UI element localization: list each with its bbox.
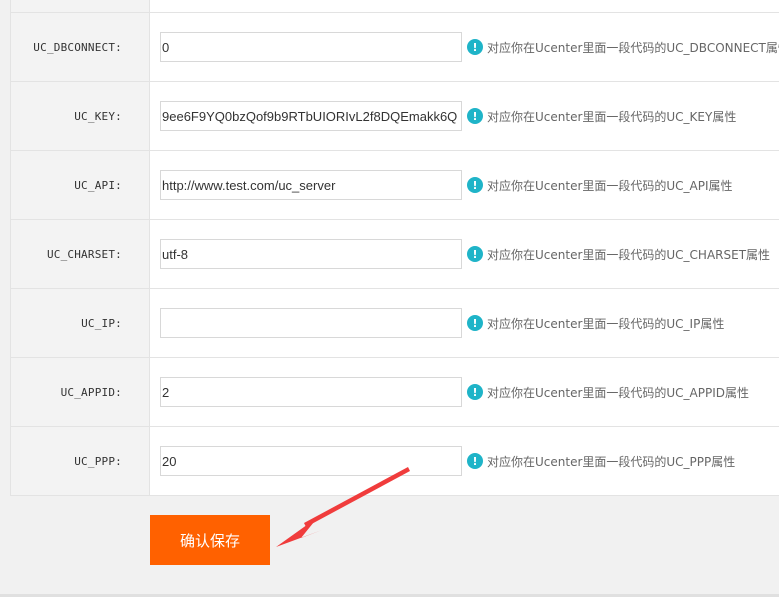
- arrow-head: [276, 517, 322, 547]
- uc-ip-input[interactable]: [160, 308, 462, 338]
- ucenter-settings-form: UC_DBCONNECT: ! 对应你在Ucenter里面一段代码的UC_DBC…: [10, 0, 779, 496]
- uc-ppp-label: UC_PPP:: [11, 427, 150, 495]
- form-row-uc-charset: UC_CHARSET: ! 对应你在Ucenter里面一段代码的UC_CHARS…: [11, 220, 779, 289]
- info-circle-icon: !: [467, 315, 483, 331]
- form-value-cell: [150, 0, 779, 12]
- uc-ppp-hint: ! 对应你在Ucenter里面一段代码的UC_PPP属性: [467, 453, 735, 470]
- form-value-cell: ! 对应你在Ucenter里面一段代码的UC_CHARSET属性: [150, 220, 779, 288]
- form-row-uc-ppp: UC_PPP: ! 对应你在Ucenter里面一段代码的UC_PPP属性: [11, 427, 779, 496]
- hint-text: 对应你在Ucenter里面一段代码的UC_KEY属性: [487, 109, 737, 124]
- hint-text: 对应你在Ucenter里面一段代码的UC_DBCONNECT属性: [487, 40, 779, 55]
- hint-text: 对应你在Ucenter里面一段代码的UC_APPID属性: [487, 385, 750, 400]
- uc-charset-label: UC_CHARSET:: [11, 220, 150, 288]
- uc-dbconnect-input[interactable]: [160, 32, 462, 62]
- uc-ppp-input[interactable]: [160, 446, 462, 476]
- uc-api-label: UC_API:: [11, 151, 150, 219]
- info-circle-icon: !: [467, 177, 483, 193]
- info-circle-icon: !: [467, 39, 483, 55]
- uc-appid-label: UC_APPID:: [11, 358, 150, 426]
- hint-text: 对应你在Ucenter里面一段代码的UC_PPP属性: [487, 454, 736, 469]
- info-circle-icon: !: [467, 246, 483, 262]
- form-row-uc-key: UC_KEY: ! 对应你在Ucenter里面一段代码的UC_KEY属性: [11, 82, 779, 151]
- form-value-cell: ! 对应你在Ucenter里面一段代码的UC_API属性: [150, 151, 779, 219]
- uc-ip-hint: ! 对应你在Ucenter里面一段代码的UC_IP属性: [467, 315, 724, 332]
- form-value-cell: ! 对应你在Ucenter里面一段代码的UC_DBCONNECT属性: [150, 13, 779, 81]
- form-row-previous: [11, 0, 779, 13]
- uc-key-hint: ! 对应你在Ucenter里面一段代码的UC_KEY属性: [467, 108, 736, 125]
- hint-text: 对应你在Ucenter里面一段代码的UC_IP属性: [487, 316, 725, 331]
- info-circle-icon: !: [467, 384, 483, 400]
- uc-dbconnect-hint: ! 对应你在Ucenter里面一段代码的UC_DBCONNECT属性: [467, 39, 779, 56]
- hint-text: 对应你在Ucenter里面一段代码的UC_API属性: [487, 178, 733, 193]
- uc-key-label: UC_KEY:: [11, 82, 150, 150]
- hint-text: 对应你在Ucenter里面一段代码的UC_CHARSET属性: [487, 247, 771, 262]
- uc-charset-hint: ! 对应你在Ucenter里面一段代码的UC_CHARSET属性: [467, 246, 770, 263]
- info-circle-icon: !: [467, 453, 483, 469]
- uc-ip-label: UC_IP:: [11, 289, 150, 357]
- uc-dbconnect-label: UC_DBCONNECT:: [11, 13, 150, 81]
- form-value-cell: ! 对应你在Ucenter里面一段代码的UC_PPP属性: [150, 427, 779, 495]
- ucenter-settings-page: UC_DBCONNECT: ! 对应你在Ucenter里面一段代码的UC_DBC…: [0, 0, 779, 597]
- uc-appid-hint: ! 对应你在Ucenter里面一段代码的UC_APPID属性: [467, 384, 749, 401]
- uc-appid-input[interactable]: [160, 377, 462, 407]
- form-row-uc-api: UC_API: ! 对应你在Ucenter里面一段代码的UC_API属性: [11, 151, 779, 220]
- form-row-uc-appid: UC_APPID: ! 对应你在Ucenter里面一段代码的UC_APPID属性: [11, 358, 779, 427]
- form-label-cell: [11, 0, 150, 12]
- uc-charset-input[interactable]: [160, 239, 462, 269]
- form-row-uc-ip: UC_IP: ! 对应你在Ucenter里面一段代码的UC_IP属性: [11, 289, 779, 358]
- uc-api-input[interactable]: [160, 170, 462, 200]
- form-value-cell: ! 对应你在Ucenter里面一段代码的UC_IP属性: [150, 289, 779, 357]
- uc-api-hint: ! 对应你在Ucenter里面一段代码的UC_API属性: [467, 177, 733, 194]
- form-row-uc-dbconnect: UC_DBCONNECT: ! 对应你在Ucenter里面一段代码的UC_DBC…: [11, 13, 779, 82]
- uc-key-input[interactable]: [160, 101, 462, 131]
- form-value-cell: ! 对应你在Ucenter里面一段代码的UC_APPID属性: [150, 358, 779, 426]
- save-button[interactable]: 确认保存: [150, 515, 270, 565]
- form-value-cell: ! 对应你在Ucenter里面一段代码的UC_KEY属性: [150, 82, 779, 150]
- info-circle-icon: !: [467, 108, 483, 124]
